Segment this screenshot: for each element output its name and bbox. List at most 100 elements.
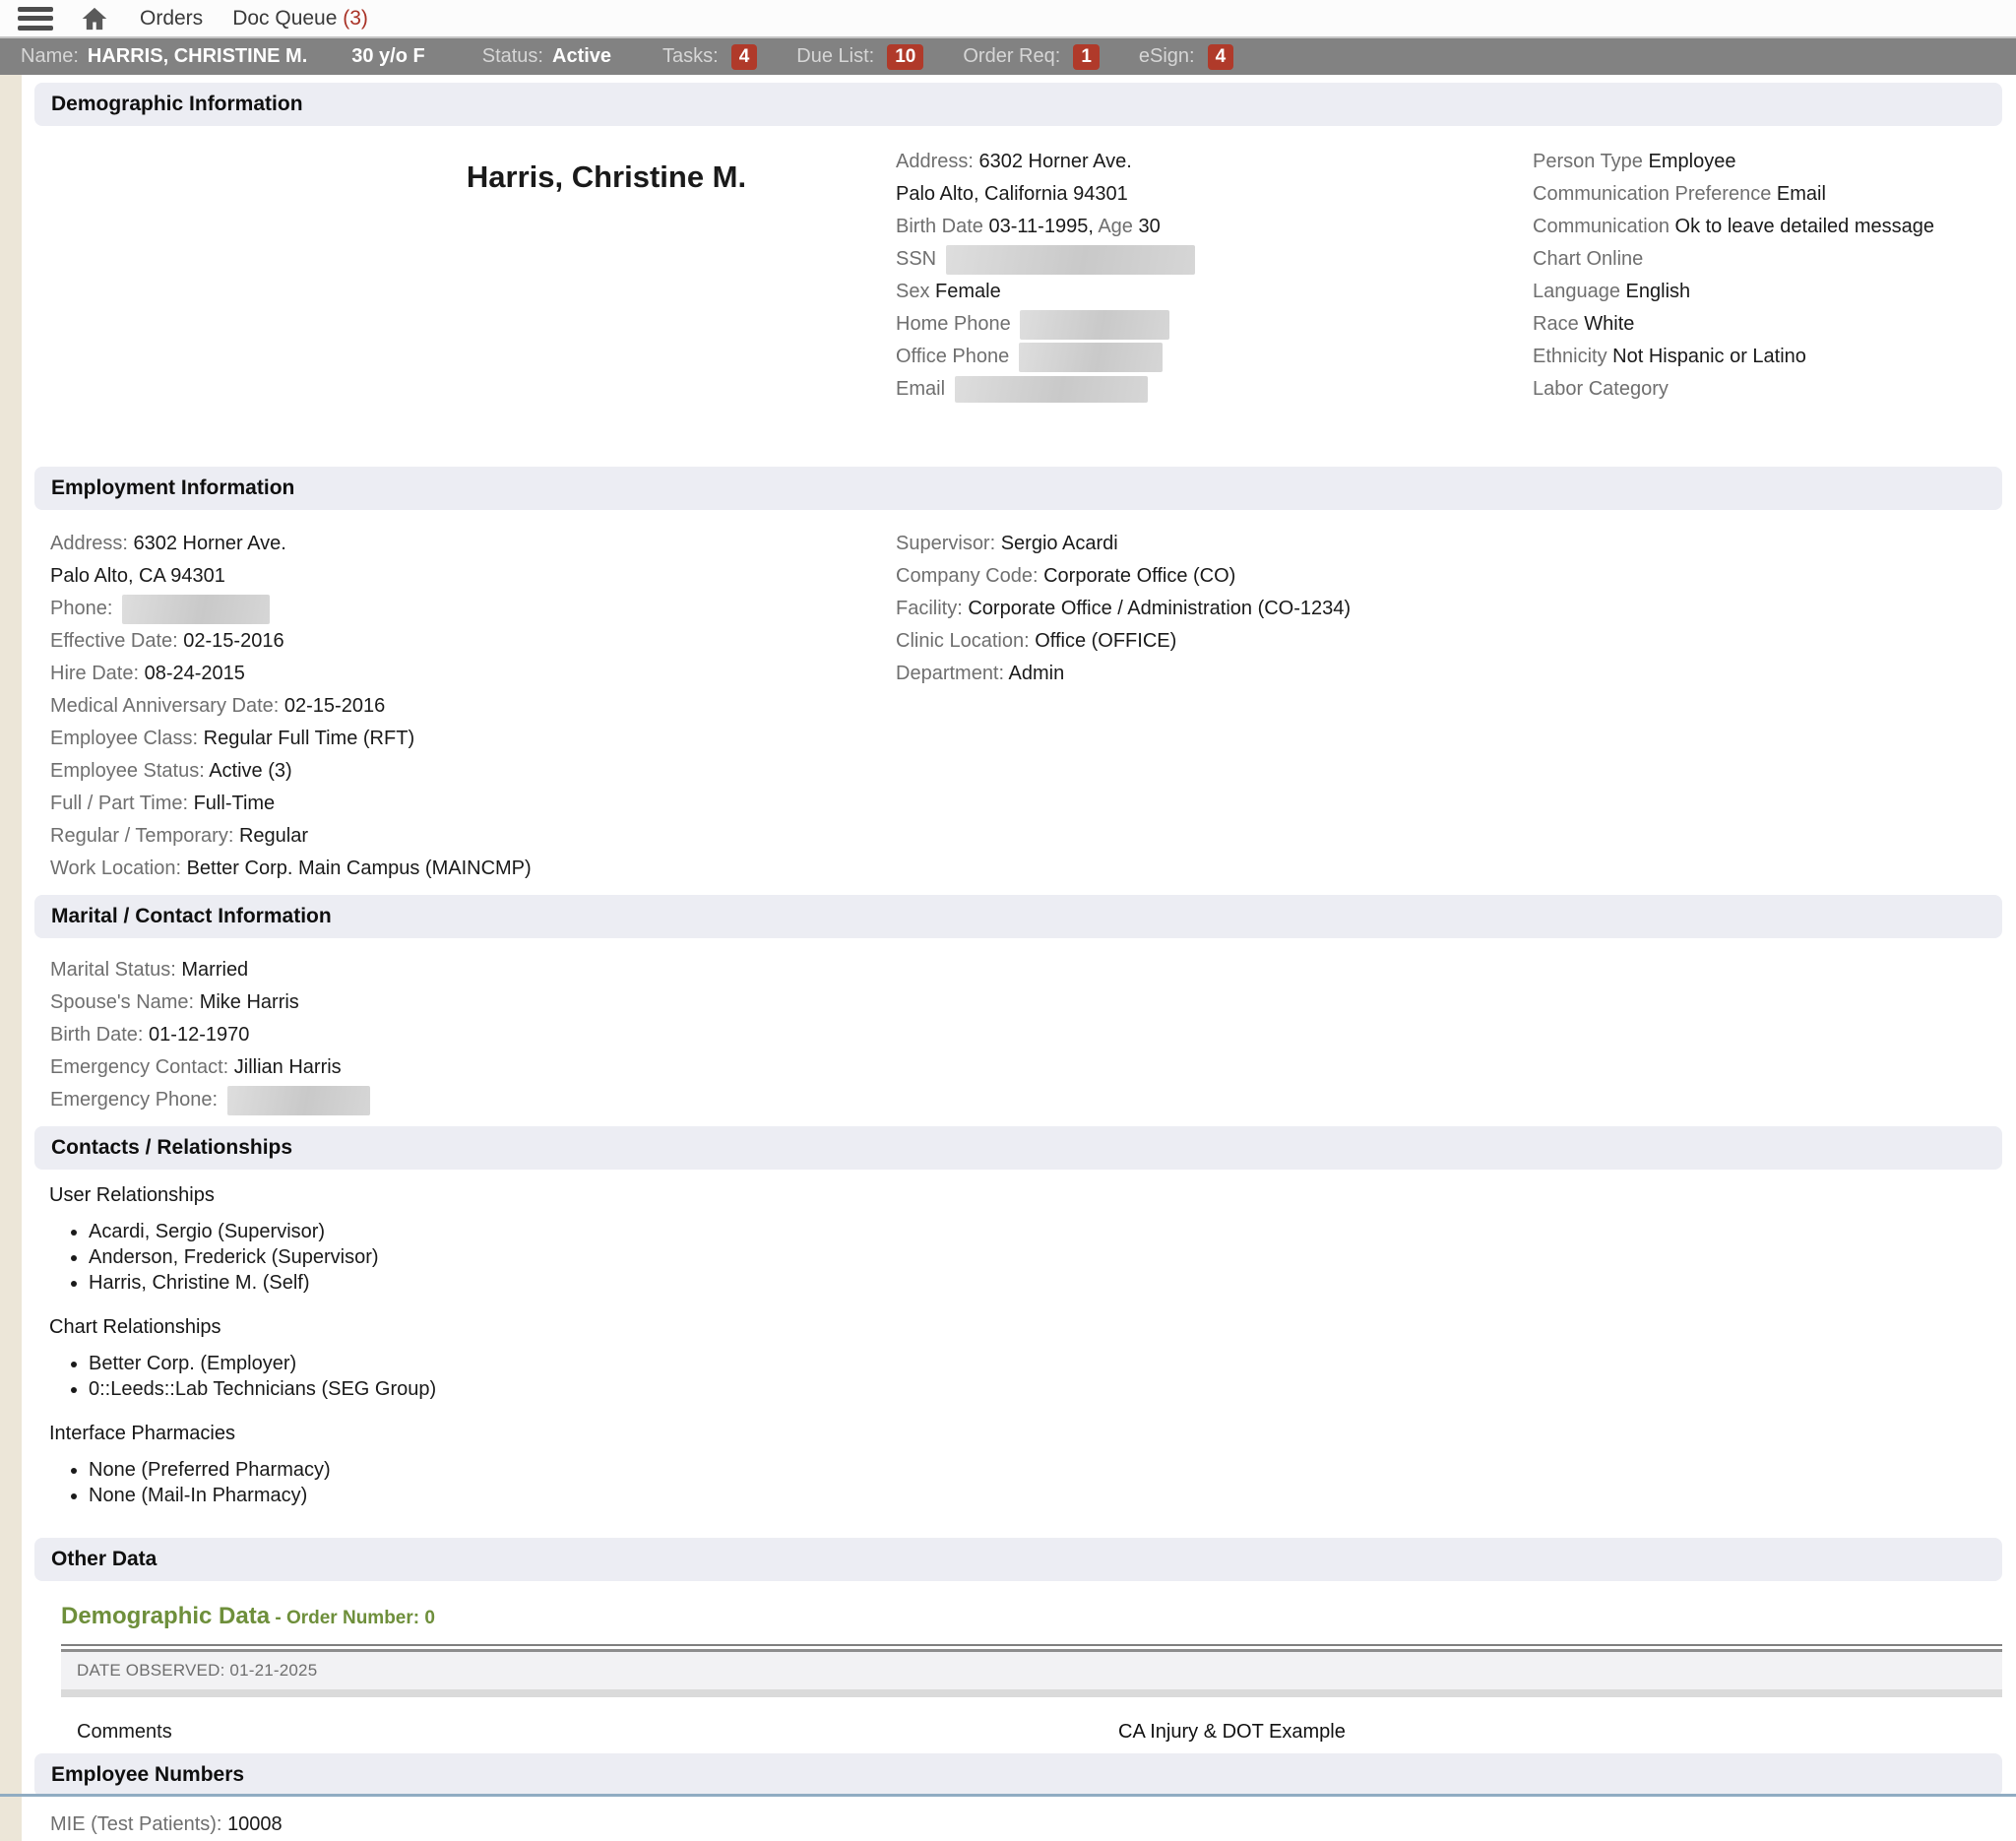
counter-badge[interactable]: 10 — [887, 44, 923, 70]
field-label: Medical Anniversary Date: — [50, 695, 279, 717]
info-line: SSN — [896, 243, 1533, 276]
field-value: White — [1584, 313, 1634, 335]
info-line: MIE (Test Patients): 10008 — [50, 1809, 2016, 1841]
patient-name-label: Name: — [21, 45, 79, 68]
info-line: Person Type Employee — [1533, 146, 2016, 178]
info-line: Address: 6302 Horner Ave. — [50, 528, 896, 560]
counter-badge[interactable]: 4 — [1208, 44, 1234, 70]
field-label: Phone: — [50, 598, 112, 619]
info-line: Palo Alto, CA 94301 — [50, 560, 896, 593]
field-label: Hire Date: — [50, 663, 139, 684]
field-label: Age — [1098, 216, 1133, 237]
redacted-value — [1019, 343, 1163, 372]
group-title-interface-pharmacies: Interface Pharmacies — [49, 1422, 2016, 1445]
employment-right-column: Supervisor: Sergio AcardiCompany Code: C… — [896, 528, 2016, 885]
info-line: Hire Date: 08-24-2015 — [50, 658, 896, 690]
field-value: Mike Harris — [200, 991, 299, 1013]
field-value: 10008 — [227, 1813, 283, 1835]
field-value: Female — [935, 281, 1001, 302]
field-label: Birth Date — [896, 216, 983, 237]
list-item: 0::Leeds::Lab Technicians (SEG Group) — [89, 1376, 2016, 1402]
field-value: Admin — [1009, 663, 1065, 684]
info-line: Phone: — [50, 593, 896, 625]
field-label: Address: — [50, 533, 128, 554]
section-header-contacts-relationships: Contacts / Relationships — [34, 1126, 2002, 1170]
field-label: Person Type — [1533, 151, 1643, 172]
field-label: Supervisor: — [896, 533, 995, 554]
field-value: 02-15-2016 — [284, 695, 385, 717]
field-label: Address: — [896, 151, 974, 172]
employment-section: Address: 6302 Horner Ave.Palo Alto, CA 9… — [22, 510, 2016, 885]
info-line: Work Location: Better Corp. Main Campus … — [50, 853, 896, 885]
menu-hamburger-icon[interactable] — [18, 7, 53, 31]
counter-badge[interactable]: 1 — [1073, 44, 1100, 70]
comments-row: Comments CA Injury & DOT Example — [61, 1721, 2002, 1744]
field-value: 30 — [1139, 216, 1161, 237]
field-value: 03-11-1995, — [989, 216, 1094, 237]
group-title-chart-relationships: Chart Relationships — [49, 1315, 2016, 1339]
counter-label: Order Req: — [963, 45, 1060, 68]
nav-count-badge: (3) — [337, 7, 368, 30]
field-label: Home Phone — [896, 313, 1011, 335]
field-value: English — [1626, 281, 1691, 302]
field-value: Corporate Office / Administration (CO-12… — [968, 598, 1351, 619]
info-line: Sex Female — [896, 276, 1533, 308]
info-line: Company Code: Corporate Office (CO) — [896, 560, 2016, 593]
info-line: Regular / Temporary: Regular — [50, 820, 896, 853]
nav-link-orders[interactable]: Orders — [140, 7, 203, 31]
counter-label: eSign: — [1139, 45, 1195, 68]
field-label: Employee Class: — [50, 728, 198, 749]
redacted-value — [227, 1086, 370, 1115]
info-line: Medical Anniversary Date: 02-15-2016 — [50, 690, 896, 723]
field-value: Ok to leave detailed message — [1675, 216, 1935, 237]
info-line: Labor Category — [1533, 373, 2016, 406]
field-label: Communication Preference — [1533, 183, 1771, 205]
field-label: MIE (Test Patients): — [50, 1813, 222, 1835]
section-header-employee-numbers: Employee Numbers — [34, 1753, 2002, 1797]
info-line: Chart Online — [1533, 243, 2016, 276]
field-value: Better Corp. Main Campus (MAINCMP) — [187, 857, 532, 879]
section-header-demographic-information: Demographic Information — [34, 83, 2002, 126]
employee-numbers-section: MIE (Test Patients): 10008 — [22, 1797, 2016, 1841]
redacted-value — [946, 245, 1195, 275]
redacted-value — [955, 376, 1148, 403]
section-header-employment-information: Employment Information — [34, 467, 2002, 510]
info-line: Supervisor: Sergio Acardi — [896, 528, 2016, 560]
relationships-section: User RelationshipsAcardi, Sergio (Superv… — [22, 1170, 2016, 1508]
field-label: Email — [896, 378, 945, 400]
field-label: Race — [1533, 313, 1579, 335]
counter-badge[interactable]: 4 — [731, 44, 758, 70]
demographic-data-order: Demographic Data - Order Number: 0 DATE … — [61, 1603, 2002, 1744]
field-value: Regular Full Time (RFT) — [204, 728, 414, 749]
info-line: Emergency Phone: — [50, 1084, 2016, 1116]
patient-age-sex: 30 y/o F — [351, 45, 424, 68]
field-label: Ethnicity — [1533, 346, 1607, 367]
info-line: Employee Status: Active (3) — [50, 755, 896, 788]
comments-value: CA Injury & DOT Example — [1118, 1721, 1346, 1744]
info-line: Birth Date 03-11-1995, Age 30 — [896, 211, 1533, 243]
field-label: Effective Date: — [50, 630, 178, 652]
info-line: Language English — [1533, 276, 2016, 308]
date-observed-row: DATE OBSERVED: 01-21-2025 — [61, 1652, 2002, 1697]
home-icon[interactable] — [79, 5, 110, 32]
group-title-user-relationships: User Relationships — [49, 1183, 2016, 1207]
info-line: Spouse's Name: Mike Harris — [50, 986, 2016, 1019]
order-divider — [61, 1644, 2002, 1652]
section-header-marital-contact: Marital / Contact Information — [34, 895, 2002, 938]
field-value: 6302 Horner Ave. — [134, 533, 286, 554]
info-line: Race White — [1533, 308, 2016, 341]
info-line: Facility: Corporate Office / Administrat… — [896, 593, 2016, 625]
info-line: Employee Class: Regular Full Time (RFT) — [50, 723, 896, 755]
info-line: Ethnicity Not Hispanic or Latino — [1533, 341, 2016, 373]
field-value: 08-24-2015 — [145, 663, 245, 684]
info-line: Communication Ok to leave detailed messa… — [1533, 211, 2016, 243]
order-number: Order Number: 0 — [286, 1608, 435, 1628]
counter-label: Due List: — [796, 45, 874, 68]
info-line: Communication Preference Email — [1533, 178, 2016, 211]
list-item: None (Mail-In Pharmacy) — [89, 1483, 2016, 1508]
patient-status-value: Active — [552, 45, 611, 68]
info-line: Department: Admin — [896, 658, 2016, 690]
nav-link-doc-queue[interactable]: Doc Queue (3) — [232, 7, 368, 31]
comments-label: Comments — [61, 1721, 1118, 1744]
field-label: Emergency Contact: — [50, 1056, 228, 1078]
